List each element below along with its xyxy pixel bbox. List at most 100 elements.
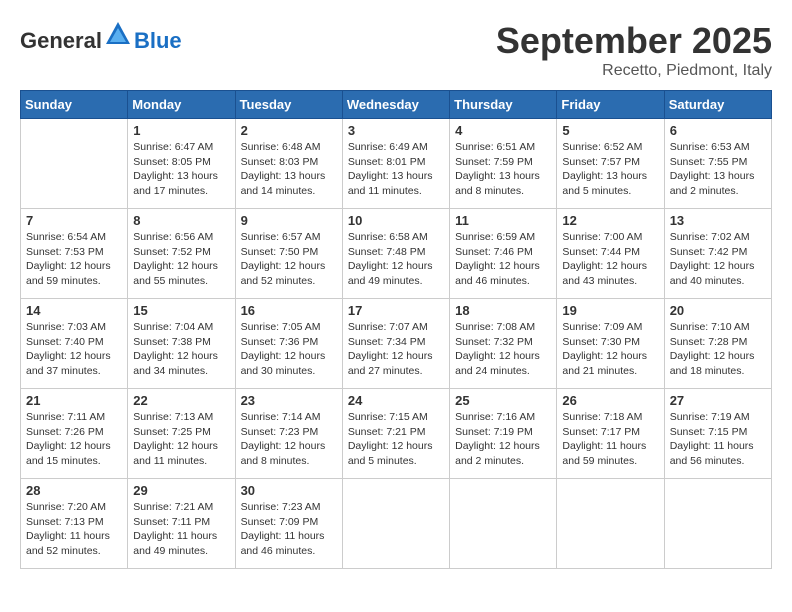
day-info: Sunrise: 6:57 AM Sunset: 7:50 PM Dayligh… [241,230,337,289]
day-info: Sunrise: 7:13 AM Sunset: 7:25 PM Dayligh… [133,410,229,469]
logo: General Blue [20,20,182,54]
calendar-body: 1 Sunrise: 6:47 AM Sunset: 8:05 PM Daylig… [21,119,772,569]
day-info: Sunrise: 6:48 AM Sunset: 8:03 PM Dayligh… [241,140,337,199]
day-info: Sunrise: 7:08 AM Sunset: 7:32 PM Dayligh… [455,320,551,379]
day-info: Sunrise: 7:20 AM Sunset: 7:13 PM Dayligh… [26,500,122,559]
day-number: 7 [26,213,122,228]
calendar-day-cell: 26Sunrise: 7:18 AM Sunset: 7:17 PM Dayli… [557,389,664,479]
day-number: 21 [26,393,122,408]
day-info: Sunrise: 6:56 AM Sunset: 7:52 PM Dayligh… [133,230,229,289]
calendar-day-cell: 3 Sunrise: 6:49 AM Sunset: 8:01 PM Daylig… [342,119,449,209]
day-info: Sunrise: 6:53 AM Sunset: 7:55 PM Dayligh… [670,140,766,199]
calendar-week-row: 21 Sunrise: 7:11 AM Sunset: 7:26 PM Dayli… [21,389,772,479]
calendar-day-cell: 23 Sunrise: 7:14 AM Sunset: 7:23 PM Dayli… [235,389,342,479]
day-number: 2 [241,123,337,138]
calendar-day-cell: 13 Sunrise: 7:02 AM Sunset: 7:42 PM Dayli… [664,209,771,299]
day-info: Sunrise: 7:16 AM Sunset: 7:19 PM Dayligh… [455,410,551,469]
weekday-header-cell: Thursday [450,91,557,119]
logo-general: General [20,28,102,53]
calendar-day-cell: 21 Sunrise: 7:11 AM Sunset: 7:26 PM Dayli… [21,389,128,479]
calendar-day-cell: 18 Sunrise: 7:08 AM Sunset: 7:32 PM Dayli… [450,299,557,389]
calendar-day-cell: 1 Sunrise: 6:47 AM Sunset: 8:05 PM Daylig… [128,119,235,209]
day-info: Sunrise: 7:18 AM Sunset: 7:17 PM Dayligh… [562,410,658,469]
weekday-header-cell: Saturday [664,91,771,119]
weekday-header-row: SundayMondayTuesdayWednesdayThursdayFrid… [21,91,772,119]
day-number: 16 [241,303,337,318]
day-info: Sunrise: 7:05 AM Sunset: 7:36 PM Dayligh… [241,320,337,379]
day-info: Sunrise: 6:52 AM Sunset: 7:57 PM Dayligh… [562,140,658,199]
weekday-header-cell: Wednesday [342,91,449,119]
day-number: 30 [241,483,337,498]
calendar-day-cell: 30 Sunrise: 7:23 AM Sunset: 7:09 PM Dayli… [235,479,342,569]
calendar-day-cell: 9 Sunrise: 6:57 AM Sunset: 7:50 PM Daylig… [235,209,342,299]
day-info: Sunrise: 7:15 AM Sunset: 7:21 PM Dayligh… [348,410,444,469]
day-number: 13 [670,213,766,228]
calendar-day-cell [664,479,771,569]
calendar-day-cell [342,479,449,569]
day-info: Sunrise: 7:14 AM Sunset: 7:23 PM Dayligh… [241,410,337,469]
calendar-week-row: 28 Sunrise: 7:20 AM Sunset: 7:13 PM Dayli… [21,479,772,569]
calendar-day-cell: 10 Sunrise: 6:58 AM Sunset: 7:48 PM Dayli… [342,209,449,299]
location-subtitle: Recetto, Piedmont, Italy [496,62,772,80]
day-info: Sunrise: 7:10 AM Sunset: 7:28 PM Dayligh… [670,320,766,379]
calendar-day-cell: 20 Sunrise: 7:10 AM Sunset: 7:28 PM Dayli… [664,299,771,389]
day-info: Sunrise: 6:59 AM Sunset: 7:46 PM Dayligh… [455,230,551,289]
day-info: Sunrise: 7:19 AM Sunset: 7:15 PM Dayligh… [670,410,766,469]
logo-icon [104,20,132,48]
calendar-day-cell [450,479,557,569]
day-info: Sunrise: 7:00 AM Sunset: 7:44 PM Dayligh… [562,230,658,289]
day-number: 22 [133,393,229,408]
calendar-day-cell: 15Sunrise: 7:04 AM Sunset: 7:38 PM Dayli… [128,299,235,389]
calendar-day-cell: 24 Sunrise: 7:15 AM Sunset: 7:21 PM Dayli… [342,389,449,479]
day-number: 20 [670,303,766,318]
day-info: Sunrise: 7:07 AM Sunset: 7:34 PM Dayligh… [348,320,444,379]
day-number: 17 [348,303,444,318]
calendar-day-cell: 6 Sunrise: 6:53 AM Sunset: 7:55 PM Daylig… [664,119,771,209]
day-info: Sunrise: 6:58 AM Sunset: 7:48 PM Dayligh… [348,230,444,289]
day-info: Sunrise: 6:54 AM Sunset: 7:53 PM Dayligh… [26,230,122,289]
day-number: 18 [455,303,551,318]
calendar-day-cell: 28 Sunrise: 7:20 AM Sunset: 7:13 PM Dayli… [21,479,128,569]
day-number: 3 [348,123,444,138]
calendar-day-cell: 14 Sunrise: 7:03 AM Sunset: 7:40 PM Dayli… [21,299,128,389]
day-number: 15 [133,303,229,318]
day-number: 4 [455,123,551,138]
day-info: Sunrise: 6:51 AM Sunset: 7:59 PM Dayligh… [455,140,551,199]
calendar-day-cell [557,479,664,569]
calendar-day-cell: 5 Sunrise: 6:52 AM Sunset: 7:57 PM Daylig… [557,119,664,209]
day-info: Sunrise: 7:03 AM Sunset: 7:40 PM Dayligh… [26,320,122,379]
calendar-table: SundayMondayTuesdayWednesdayThursdayFrid… [20,90,772,569]
day-info: Sunrise: 7:02 AM Sunset: 7:42 PM Dayligh… [670,230,766,289]
day-number: 14 [26,303,122,318]
calendar-day-cell: 16 Sunrise: 7:05 AM Sunset: 7:36 PM Dayli… [235,299,342,389]
day-info: Sunrise: 6:49 AM Sunset: 8:01 PM Dayligh… [348,140,444,199]
day-number: 11 [455,213,551,228]
day-number: 12 [562,213,658,228]
day-number: 23 [241,393,337,408]
day-number: 6 [670,123,766,138]
calendar-day-cell: 4 Sunrise: 6:51 AM Sunset: 7:59 PM Daylig… [450,119,557,209]
calendar-week-row: 14 Sunrise: 7:03 AM Sunset: 7:40 PM Dayli… [21,299,772,389]
day-info: Sunrise: 6:47 AM Sunset: 8:05 PM Dayligh… [133,140,229,199]
day-number: 19 [562,303,658,318]
calendar-day-cell [21,119,128,209]
day-number: 28 [26,483,122,498]
calendar-day-cell: 19 Sunrise: 7:09 AM Sunset: 7:30 PM Dayli… [557,299,664,389]
day-info: Sunrise: 7:23 AM Sunset: 7:09 PM Dayligh… [241,500,337,559]
logo-blue: Blue [134,28,182,53]
day-number: 8 [133,213,229,228]
month-title: September 2025 [496,20,772,62]
day-info: Sunrise: 7:09 AM Sunset: 7:30 PM Dayligh… [562,320,658,379]
weekday-header-cell: Tuesday [235,91,342,119]
day-number: 1 [133,123,229,138]
day-number: 5 [562,123,658,138]
calendar-day-cell: 27Sunrise: 7:19 AM Sunset: 7:15 PM Dayli… [664,389,771,479]
calendar-day-cell: 25Sunrise: 7:16 AM Sunset: 7:19 PM Dayli… [450,389,557,479]
day-number: 9 [241,213,337,228]
day-info: Sunrise: 7:11 AM Sunset: 7:26 PM Dayligh… [26,410,122,469]
calendar-day-cell: 29Sunrise: 7:21 AM Sunset: 7:11 PM Dayli… [128,479,235,569]
day-number: 24 [348,393,444,408]
calendar-day-cell: 8 Sunrise: 6:56 AM Sunset: 7:52 PM Daylig… [128,209,235,299]
day-number: 10 [348,213,444,228]
calendar-day-cell: 11 Sunrise: 6:59 AM Sunset: 7:46 PM Dayli… [450,209,557,299]
